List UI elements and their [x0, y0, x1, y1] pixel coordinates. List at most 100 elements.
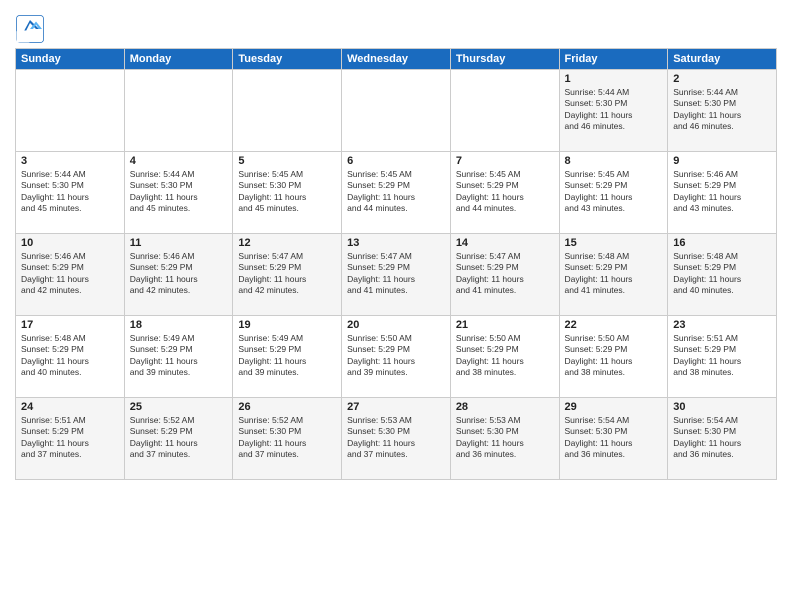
day-info: Sunrise: 5:54 AMSunset: 5:30 PMDaylight:… — [673, 415, 771, 461]
day-info: Sunrise: 5:48 AMSunset: 5:29 PMDaylight:… — [565, 251, 663, 297]
day-info: Sunrise: 5:44 AMSunset: 5:30 PMDaylight:… — [21, 169, 119, 215]
weekday-header-sunday: Sunday — [16, 49, 125, 70]
day-number: 13 — [347, 237, 445, 249]
day-number: 19 — [238, 319, 336, 331]
calendar-cell: 8 Sunrise: 5:45 AMSunset: 5:29 PMDaylight… — [559, 152, 668, 234]
calendar-cell: 12 Sunrise: 5:47 AMSunset: 5:29 PMDayligh… — [233, 234, 342, 316]
day-info: Sunrise: 5:52 AMSunset: 5:30 PMDaylight:… — [238, 415, 336, 461]
day-info: Sunrise: 5:50 AMSunset: 5:29 PMDaylight:… — [456, 333, 554, 379]
calendar-cell: 17 Sunrise: 5:48 AMSunset: 5:29 PMDayligh… — [16, 316, 125, 398]
day-number: 11 — [130, 237, 228, 249]
calendar-cell: 20Sunrise: 5:50 AMSunset: 5:29 PMDayligh… — [342, 316, 451, 398]
calendar-cell: 24 Sunrise: 5:51 AMSunset: 5:29 PMDayligh… — [16, 398, 125, 480]
weekday-header-tuesday: Tuesday — [233, 49, 342, 70]
day-info: Sunrise: 5:51 AMSunset: 5:29 PMDaylight:… — [673, 333, 771, 379]
day-number: 2 — [673, 73, 771, 85]
day-info: Sunrise: 5:50 AMSunset: 5:29 PMDaylight:… — [565, 333, 663, 379]
weekday-header-saturday: Saturday — [668, 49, 777, 70]
header — [15, 10, 777, 44]
calendar-cell: 4 Sunrise: 5:44 AMSunset: 5:30 PMDaylight… — [124, 152, 233, 234]
day-number: 8 — [565, 155, 663, 167]
calendar-cell: 30 Sunrise: 5:54 AMSunset: 5:30 PMDayligh… — [668, 398, 777, 480]
day-info: Sunrise: 5:45 AMSunset: 5:29 PMDaylight:… — [456, 169, 554, 215]
weekday-header-monday: Monday — [124, 49, 233, 70]
day-number: 30 — [673, 401, 771, 413]
calendar-cell: 13 Sunrise: 5:47 AMSunset: 5:29 PMDayligh… — [342, 234, 451, 316]
calendar-cell: 14Sunrise: 5:47 AMSunset: 5:29 PMDayligh… — [450, 234, 559, 316]
weekday-header-friday: Friday — [559, 49, 668, 70]
day-info: Sunrise: 5:51 AMSunset: 5:29 PMDaylight:… — [21, 415, 119, 461]
day-number: 15 — [565, 237, 663, 249]
calendar-cell: 19Sunrise: 5:49 AMSunset: 5:29 PMDayligh… — [233, 316, 342, 398]
week-row-2: 10Sunrise: 5:46 AMSunset: 5:29 PMDayligh… — [16, 234, 777, 316]
calendar-cell: 22 Sunrise: 5:50 AMSunset: 5:29 PMDayligh… — [559, 316, 668, 398]
calendar-cell: 6 Sunrise: 5:45 AMSunset: 5:29 PMDaylight… — [342, 152, 451, 234]
calendar-cell: 3 Sunrise: 5:44 AMSunset: 5:30 PMDaylight… — [16, 152, 125, 234]
calendar-cell: 2 Sunrise: 5:44 AMSunset: 5:30 PMDaylight… — [668, 70, 777, 152]
day-info: Sunrise: 5:53 AMSunset: 5:30 PMDaylight:… — [456, 415, 554, 461]
day-number: 22 — [565, 319, 663, 331]
day-number: 3 — [21, 155, 119, 167]
day-info: Sunrise: 5:45 AMSunset: 5:30 PMDaylight:… — [238, 169, 336, 215]
week-row-3: 17 Sunrise: 5:48 AMSunset: 5:29 PMDayligh… — [16, 316, 777, 398]
calendar-cell: 9 Sunrise: 5:46 AMSunset: 5:29 PMDaylight… — [668, 152, 777, 234]
calendar-cell: 28Sunrise: 5:53 AMSunset: 5:30 PMDayligh… — [450, 398, 559, 480]
day-info: Sunrise: 5:47 AMSunset: 5:29 PMDaylight:… — [456, 251, 554, 297]
day-number: 7 — [456, 155, 554, 167]
day-info: Sunrise: 5:46 AMSunset: 5:29 PMDaylight:… — [21, 251, 119, 297]
day-number: 1 — [565, 73, 663, 85]
calendar-cell: 26 Sunrise: 5:52 AMSunset: 5:30 PMDayligh… — [233, 398, 342, 480]
day-number: 12 — [238, 237, 336, 249]
calendar-cell — [450, 70, 559, 152]
day-number: 29 — [565, 401, 663, 413]
day-info: Sunrise: 5:44 AMSunset: 5:30 PMDaylight:… — [130, 169, 228, 215]
calendar-cell: 11 Sunrise: 5:46 AMSunset: 5:29 PMDayligh… — [124, 234, 233, 316]
logo-icon — [15, 14, 45, 44]
day-info: Sunrise: 5:45 AMSunset: 5:29 PMDaylight:… — [347, 169, 445, 215]
day-number: 21 — [456, 319, 554, 331]
day-info: Sunrise: 5:46 AMSunset: 5:29 PMDaylight:… — [130, 251, 228, 297]
day-info: Sunrise: 5:49 AMSunset: 5:29 PMDaylight:… — [130, 333, 228, 379]
day-number: 4 — [130, 155, 228, 167]
day-number: 5 — [238, 155, 336, 167]
day-number: 27 — [347, 401, 445, 413]
calendar-cell: 15 Sunrise: 5:48 AMSunset: 5:29 PMDayligh… — [559, 234, 668, 316]
calendar-cell: 29 Sunrise: 5:54 AMSunset: 5:30 PMDayligh… — [559, 398, 668, 480]
calendar-cell: 1 Sunrise: 5:44 AMSunset: 5:30 PMDaylight… — [559, 70, 668, 152]
calendar-cell — [342, 70, 451, 152]
calendar-cell: 16Sunrise: 5:48 AMSunset: 5:29 PMDayligh… — [668, 234, 777, 316]
day-number: 16 — [673, 237, 771, 249]
day-number: 24 — [21, 401, 119, 413]
weekday-header-wednesday: Wednesday — [342, 49, 451, 70]
calendar-cell: 10Sunrise: 5:46 AMSunset: 5:29 PMDayligh… — [16, 234, 125, 316]
day-number: 18 — [130, 319, 228, 331]
day-info: Sunrise: 5:53 AMSunset: 5:30 PMDaylight:… — [347, 415, 445, 461]
calendar-cell: 5 Sunrise: 5:45 AMSunset: 5:30 PMDaylight… — [233, 152, 342, 234]
day-info: Sunrise: 5:46 AMSunset: 5:29 PMDaylight:… — [673, 169, 771, 215]
calendar-cell: 7 Sunrise: 5:45 AMSunset: 5:29 PMDaylight… — [450, 152, 559, 234]
day-number: 23 — [673, 319, 771, 331]
day-info: Sunrise: 5:54 AMSunset: 5:30 PMDaylight:… — [565, 415, 663, 461]
day-info: Sunrise: 5:47 AMSunset: 5:29 PMDaylight:… — [347, 251, 445, 297]
day-number: 9 — [673, 155, 771, 167]
day-number: 26 — [238, 401, 336, 413]
calendar-table: SundayMondayTuesdayWednesdayThursdayFrid… — [15, 48, 777, 480]
day-info: Sunrise: 5:44 AMSunset: 5:30 PMDaylight:… — [565, 87, 663, 133]
calendar-cell: 23 Sunrise: 5:51 AMSunset: 5:29 PMDayligh… — [668, 316, 777, 398]
week-row-1: 3 Sunrise: 5:44 AMSunset: 5:30 PMDaylight… — [16, 152, 777, 234]
logo — [15, 14, 47, 44]
calendar-cell — [124, 70, 233, 152]
calendar-cell: 18 Sunrise: 5:49 AMSunset: 5:29 PMDayligh… — [124, 316, 233, 398]
calendar-cell: 21 Sunrise: 5:50 AMSunset: 5:29 PMDayligh… — [450, 316, 559, 398]
weekday-header-row: SundayMondayTuesdayWednesdayThursdayFrid… — [16, 49, 777, 70]
day-number: 17 — [21, 319, 119, 331]
day-info: Sunrise: 5:45 AMSunset: 5:29 PMDaylight:… — [565, 169, 663, 215]
calendar-cell: 25Sunrise: 5:52 AMSunset: 5:29 PMDayligh… — [124, 398, 233, 480]
day-info: Sunrise: 5:50 AMSunset: 5:29 PMDaylight:… — [347, 333, 445, 379]
week-row-0: 1 Sunrise: 5:44 AMSunset: 5:30 PMDaylight… — [16, 70, 777, 152]
day-info: Sunrise: 5:44 AMSunset: 5:30 PMDaylight:… — [673, 87, 771, 133]
day-info: Sunrise: 5:47 AMSunset: 5:29 PMDaylight:… — [238, 251, 336, 297]
day-info: Sunrise: 5:48 AMSunset: 5:29 PMDaylight:… — [21, 333, 119, 379]
calendar-cell — [233, 70, 342, 152]
day-number: 6 — [347, 155, 445, 167]
